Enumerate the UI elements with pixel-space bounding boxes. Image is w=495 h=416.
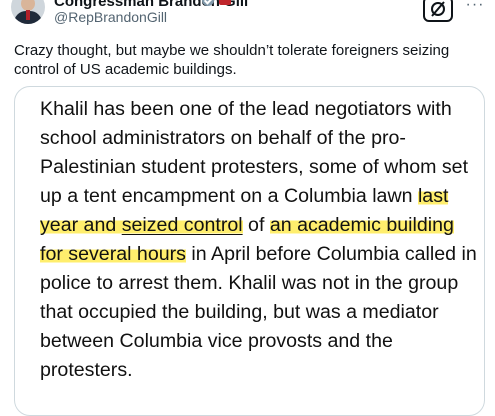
- flag-badge-icon: [219, 0, 231, 5]
- article-screenshot-card[interactable]: Khalil has been one of the lead negotiat…: [14, 86, 485, 416]
- tweet-header: Congressman Brandon Gill @RepBrandonGill…: [0, 0, 495, 34]
- excerpt-text-between: of: [242, 214, 270, 236]
- grok-icon: [431, 1, 445, 17]
- tweet-text: Crazy thought, but maybe we shouldn’t to…: [14, 42, 450, 78]
- grok-button[interactable]: [423, 0, 453, 22]
- excerpt-highlight-underlined: seized control: [121, 214, 243, 236]
- avatar-tie: [26, 10, 30, 20]
- excerpt-text-start: Khalil has been one of the lead negotiat…: [40, 98, 469, 207]
- more-options-button[interactable]: ···: [464, 0, 486, 13]
- author-handle[interactable]: @RepBrandonGill: [54, 9, 167, 25]
- article-excerpt: Khalil has been one of the lead negotiat…: [40, 95, 480, 385]
- author-avatar[interactable]: [11, 0, 45, 24]
